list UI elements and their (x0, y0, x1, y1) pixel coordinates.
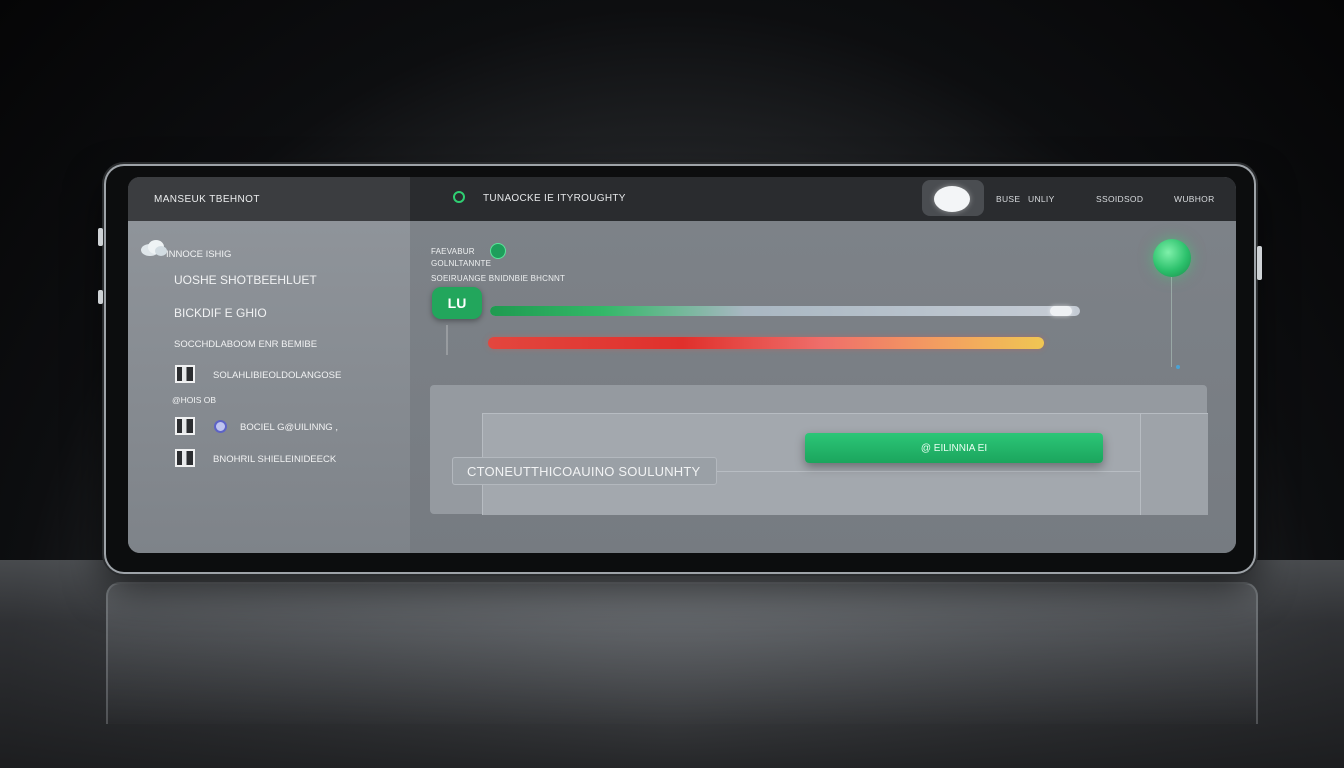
sidebar-item-5[interactable]: BOCIEL G@UILINNG , (240, 422, 338, 433)
status-ring-icon (453, 191, 465, 203)
sidebar: INNOCE ISHIG UOSHE SHOTBEEHLUET BICKDIF … (128, 221, 410, 553)
sidebar-heading: INNOCE ISHIG (166, 249, 232, 260)
orb-anchor-dot (1176, 365, 1180, 369)
device-reflection (106, 582, 1258, 724)
section-caption: SOEIRUANGE BNIDNBIE BHCNNT (431, 274, 566, 283)
nav-link-unliy[interactable]: UNLIY (1028, 194, 1055, 204)
gradient-bar[interactable] (488, 337, 1044, 349)
side-card (1140, 413, 1208, 515)
guide-line (446, 325, 448, 355)
side-button (98, 228, 103, 246)
label-secondary: GOLNLTANNTE (431, 259, 492, 268)
label-primary: FAEVABUR (431, 247, 475, 256)
sidebar-item-2[interactable]: BICKDIF E GHIO (174, 306, 267, 320)
brand-label: MANSEUK TBEHNOT (128, 177, 410, 221)
nav-link-wubhor[interactable]: WUBHOR (1174, 194, 1215, 204)
device-frame: MANSEUK TBEHNOT TUNAOCKE IE ITYROUGHTY B… (98, 166, 1262, 572)
toggle-switch[interactable] (922, 180, 984, 216)
text-field[interactable]: CTONEUTTHICOAUINO SOULUNHTY (452, 457, 717, 485)
qr-icon (175, 417, 195, 435)
top-title: TUNAOCKE IE ITYROUGHTY (483, 193, 626, 204)
side-button (98, 290, 103, 304)
slider-handle[interactable] (1050, 306, 1073, 316)
cloud-icon (141, 240, 167, 256)
qr-icon (175, 449, 195, 467)
check-icon (490, 243, 506, 259)
top-bar: MANSEUK TBEHNOT TUNAOCKE IE ITYROUGHTY B… (128, 177, 1236, 221)
status-badge[interactable]: LU (432, 287, 482, 319)
orb-guide-line (1171, 277, 1172, 367)
sidebar-item-1[interactable]: UOSHE SHOTBEEHLUET (174, 273, 317, 287)
toggle-icon[interactable] (934, 186, 970, 212)
sidebar-item-3[interactable]: SOCCHDLABOOM ENR BEMIBE (174, 339, 317, 350)
orb-icon[interactable] (1153, 239, 1191, 277)
progress-fill (490, 306, 1057, 316)
nav-link-ssoidsod[interactable]: SSOIDSOD (1096, 194, 1143, 204)
globe-icon (214, 420, 227, 433)
main-panel: FAEVABUR GOLNLTANNTE SOEIRUANGE BNIDNBIE… (410, 221, 1236, 553)
sidebar-item-6[interactable]: BNOHRIL SHIELEINIDEECK (213, 454, 336, 465)
side-button (1257, 246, 1262, 280)
progress-track[interactable] (490, 306, 1080, 316)
primary-action-button[interactable]: @ EILINNIA EI (805, 433, 1103, 463)
sidebar-item-4[interactable]: SOLAHLIBIEOLDOLANGOSE (213, 370, 341, 381)
nav-link-buse[interactable]: BUSE (996, 194, 1020, 204)
sidebar-section-label: @HOIS OB (172, 395, 217, 405)
screen: MANSEUK TBEHNOT TUNAOCKE IE ITYROUGHTY B… (128, 177, 1236, 553)
content-panel: @ EILINNIA EI CTONEUTTHICOAUINO SOULUNHT… (430, 385, 1208, 515)
qr-icon (175, 365, 195, 383)
